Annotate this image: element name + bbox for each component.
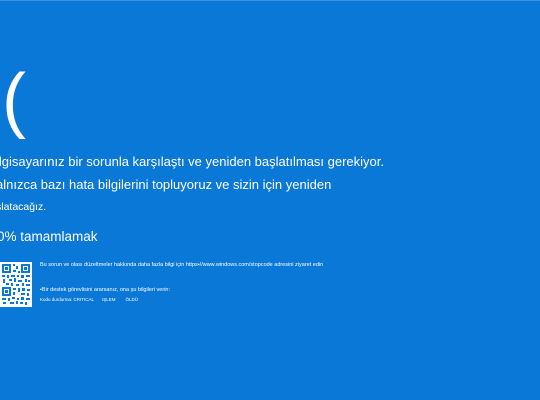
contact-support-hint: •Bir destek görevlisini ararsanız, ona ş…: [40, 287, 171, 293]
error-message-line-1: ilgisayarınız bir sorunla karşılaştı ve …: [0, 154, 385, 169]
more-info-text: Bu sorun ve olası düzeltmeler hakkında d…: [40, 262, 324, 268]
info-panel: Bu sorun ve olası düzeltmeler hakkında d…: [40, 262, 535, 303]
progress-label: tamamlamak: [20, 229, 98, 244]
stop-code-word-2: ÖLDÜ: [125, 297, 139, 302]
stop-code-row: Kodu durdurma: CRITICAL IŞLEM ÖLDÜ: [40, 297, 535, 303]
error-message: ilgisayarınız bir sorunla karşılaştı ve …: [0, 150, 536, 219]
progress-percent: 0%: [0, 229, 17, 244]
progress-indicator: 0% tamamlamak: [0, 228, 98, 246]
top-border-line: [0, 0, 540, 1]
qr-code-graphic: [0, 262, 32, 307]
qr-code-icon: [0, 262, 32, 307]
sad-face-emoticon: (: [2, 60, 26, 140]
stop-code-label: Kodu durdurma: CRITICAL: [40, 297, 95, 302]
error-message-line-2: alnızca bazı hata bilgilerini topluyoruz…: [0, 177, 332, 192]
error-message-line-3: şlatacağız.: [0, 201, 47, 213]
stop-code-word-1: IŞLEM: [102, 297, 116, 302]
